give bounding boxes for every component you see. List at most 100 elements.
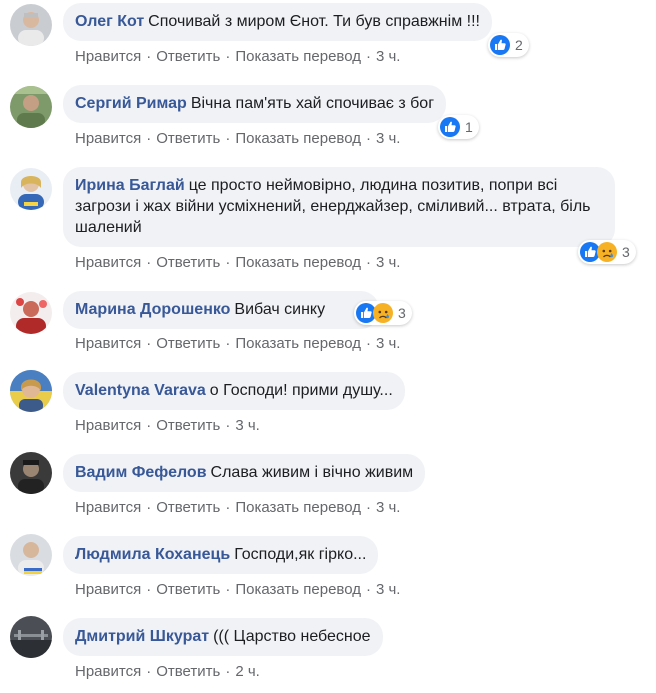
comment-actions: Нравится · Ответить · Показать перевод · 3 ч. xyxy=(75,254,400,271)
comment-actions: Нравится · Ответить · 3 ч. xyxy=(75,417,260,434)
comment-bubble: Марина Дорошенко Вибач синку xyxy=(63,291,380,329)
reaction-summary[interactable]: 3 xyxy=(354,301,412,325)
reaction-count: 3 xyxy=(622,244,630,260)
comment-bubble: Людмила Коханець Господи,як гірко... xyxy=(63,536,379,574)
comment-text: Спочивай з миром Єнот. Ти був справжнім … xyxy=(148,13,480,30)
avatar[interactable] xyxy=(10,168,52,210)
comment-actions: Нравится · Ответить · Показать перевод · 3 ч. xyxy=(75,130,400,147)
comment-author[interactable]: Марина Дорошенко xyxy=(75,301,230,318)
like-button[interactable]: Нравится xyxy=(75,48,141,65)
comment-author[interactable]: Олег Кот xyxy=(75,13,144,30)
translate-button[interactable]: Показать перевод xyxy=(235,335,361,352)
timestamp[interactable]: 3 ч. xyxy=(376,254,401,271)
reply-button[interactable]: Ответить xyxy=(156,417,220,434)
like-button[interactable]: Нравится xyxy=(75,130,141,147)
reply-button[interactable]: Ответить xyxy=(156,130,220,147)
comment-text: ((( Царство небесное xyxy=(213,628,371,645)
comment-author[interactable]: Людмила Коханець xyxy=(75,546,230,563)
avatar[interactable] xyxy=(10,292,52,334)
separator: · xyxy=(146,48,152,65)
like-button[interactable]: Нравится xyxy=(75,581,141,598)
reply-button[interactable]: Ответить xyxy=(156,254,220,271)
reaction-count: 3 xyxy=(398,305,406,321)
comment-bubble: Сергий Римар Вічна пам'ять хай спочиває з… xyxy=(63,85,447,123)
comment-bubble: Вадим Фефелов Слава живим і вічно живим xyxy=(63,454,426,492)
reply-button[interactable]: Ответить xyxy=(156,663,220,680)
separator: · xyxy=(146,663,152,680)
comment-actions: Нравится · Ответить · Показать перевод · 3 ч. xyxy=(75,581,400,598)
separator: · xyxy=(146,130,152,147)
like-button[interactable]: Нравится xyxy=(75,417,141,434)
like-icon xyxy=(490,35,510,55)
comment-actions: Нравится · Ответить · 2 ч. xyxy=(75,663,260,680)
like-button[interactable]: Нравится xyxy=(75,335,141,352)
separator: · xyxy=(225,499,231,516)
reply-button[interactable]: Ответить xyxy=(156,499,220,516)
sad-icon xyxy=(373,303,393,323)
comment-author[interactable]: Ирина Баглай xyxy=(75,177,185,194)
separator: · xyxy=(225,581,231,598)
reaction-summary[interactable]: 3 xyxy=(578,240,636,264)
comment-bubble: Valentyna Varava о Господи! прими душу... xyxy=(63,372,405,410)
timestamp[interactable]: 3 ч. xyxy=(376,581,401,598)
separator: · xyxy=(146,254,152,271)
separator: · xyxy=(365,499,371,516)
reaction-summary[interactable]: 2 xyxy=(488,33,529,57)
comment-author[interactable]: Valentyna Varava xyxy=(75,382,206,399)
separator: · xyxy=(225,335,231,352)
separator: · xyxy=(225,130,231,147)
timestamp[interactable]: 3 ч. xyxy=(376,130,401,147)
comment-text: о Господи! прими душу... xyxy=(209,382,393,399)
like-button[interactable]: Нравится xyxy=(75,254,141,271)
avatar[interactable] xyxy=(10,616,52,658)
comment-actions: Нравится · Ответить · Показать перевод · 3 ч. xyxy=(75,48,400,65)
separator: · xyxy=(146,581,152,598)
translate-button[interactable]: Показать перевод xyxy=(235,254,361,271)
avatar[interactable] xyxy=(10,4,52,46)
like-button[interactable]: Нравится xyxy=(75,499,141,516)
separator: · xyxy=(146,417,152,434)
avatar[interactable] xyxy=(10,86,52,128)
translate-button[interactable]: Показать перевод xyxy=(235,581,361,598)
separator: · xyxy=(225,48,231,65)
comment-author[interactable]: Сергий Римар xyxy=(75,95,187,112)
separator: · xyxy=(365,254,371,271)
sad-icon xyxy=(597,242,617,262)
separator: · xyxy=(365,335,371,352)
separator: · xyxy=(225,254,231,271)
like-button[interactable]: Нравится xyxy=(75,663,141,680)
comment-text: Господи,як гірко... xyxy=(234,546,367,563)
translate-button[interactable]: Показать перевод xyxy=(235,130,361,147)
timestamp[interactable]: 3 ч. xyxy=(376,335,401,352)
separator: · xyxy=(146,335,152,352)
reaction-summary[interactable]: 1 xyxy=(438,115,479,139)
reaction-count: 1 xyxy=(465,119,473,135)
separator: · xyxy=(365,581,371,598)
comment-bubble: Олег Кот Спочивай з миром Єнот. Ти був сп… xyxy=(63,3,492,41)
avatar[interactable] xyxy=(10,534,52,576)
timestamp[interactable]: 3 ч. xyxy=(376,48,401,65)
reaction-count: 2 xyxy=(515,37,523,53)
translate-button[interactable]: Показать перевод xyxy=(235,499,361,516)
comment-author[interactable]: Дмитрий Шкурат xyxy=(75,628,209,645)
timestamp[interactable]: 3 ч. xyxy=(235,417,260,434)
reply-button[interactable]: Ответить xyxy=(156,48,220,65)
translate-button[interactable]: Показать перевод xyxy=(235,48,361,65)
comment-bubble: Дмитрий Шкурат((( Царство небесное xyxy=(63,618,383,656)
separator: · xyxy=(146,499,152,516)
timestamp[interactable]: 2 ч. xyxy=(235,663,260,680)
separator: · xyxy=(225,417,231,434)
separator: · xyxy=(365,48,371,65)
comment-actions: Нравится · Ответить · Показать перевод · 3 ч. xyxy=(75,499,400,516)
avatar[interactable] xyxy=(10,370,52,412)
timestamp[interactable]: 3 ч. xyxy=(376,499,401,516)
separator: · xyxy=(365,130,371,147)
avatar[interactable] xyxy=(10,452,52,494)
comment-bubble: Ирина Баглай це просто неймовірно, людина… xyxy=(63,167,615,247)
like-icon xyxy=(440,117,460,137)
comment-text: Вічна пам'ять хай спочиває з бог xyxy=(190,95,435,112)
reply-button[interactable]: Ответить xyxy=(156,581,220,598)
comment-actions: Нравится · Ответить · Показать перевод · 3 ч. xyxy=(75,335,400,352)
reply-button[interactable]: Ответить xyxy=(156,335,220,352)
comment-author[interactable]: Вадим Фефелов xyxy=(75,464,207,481)
